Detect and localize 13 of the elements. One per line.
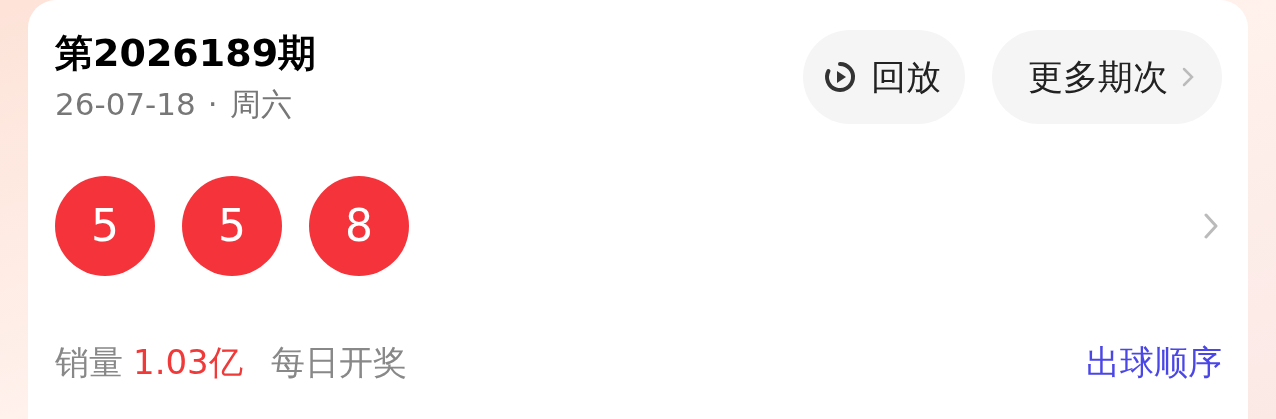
more-draws-button[interactable]: 更多期次 [992,30,1222,124]
draw-date: 26-07-18 [55,85,196,124]
draw-frequency: 每日开奖 [270,341,407,384]
sales-value: 1.03亿 [133,341,243,384]
chevron-right-icon [1182,67,1194,87]
draw-title: 第2026189期 [55,30,317,77]
ball-order-link[interactable]: 出球顺序 [1086,340,1222,384]
separator-dot: · [207,85,218,124]
replay-button[interactable]: 回放 [803,30,965,124]
chevron-right-icon[interactable] [1204,213,1218,239]
replay-icon [823,60,857,94]
sales-label: 销量 [55,341,123,384]
weekday: 周六 [229,85,292,124]
